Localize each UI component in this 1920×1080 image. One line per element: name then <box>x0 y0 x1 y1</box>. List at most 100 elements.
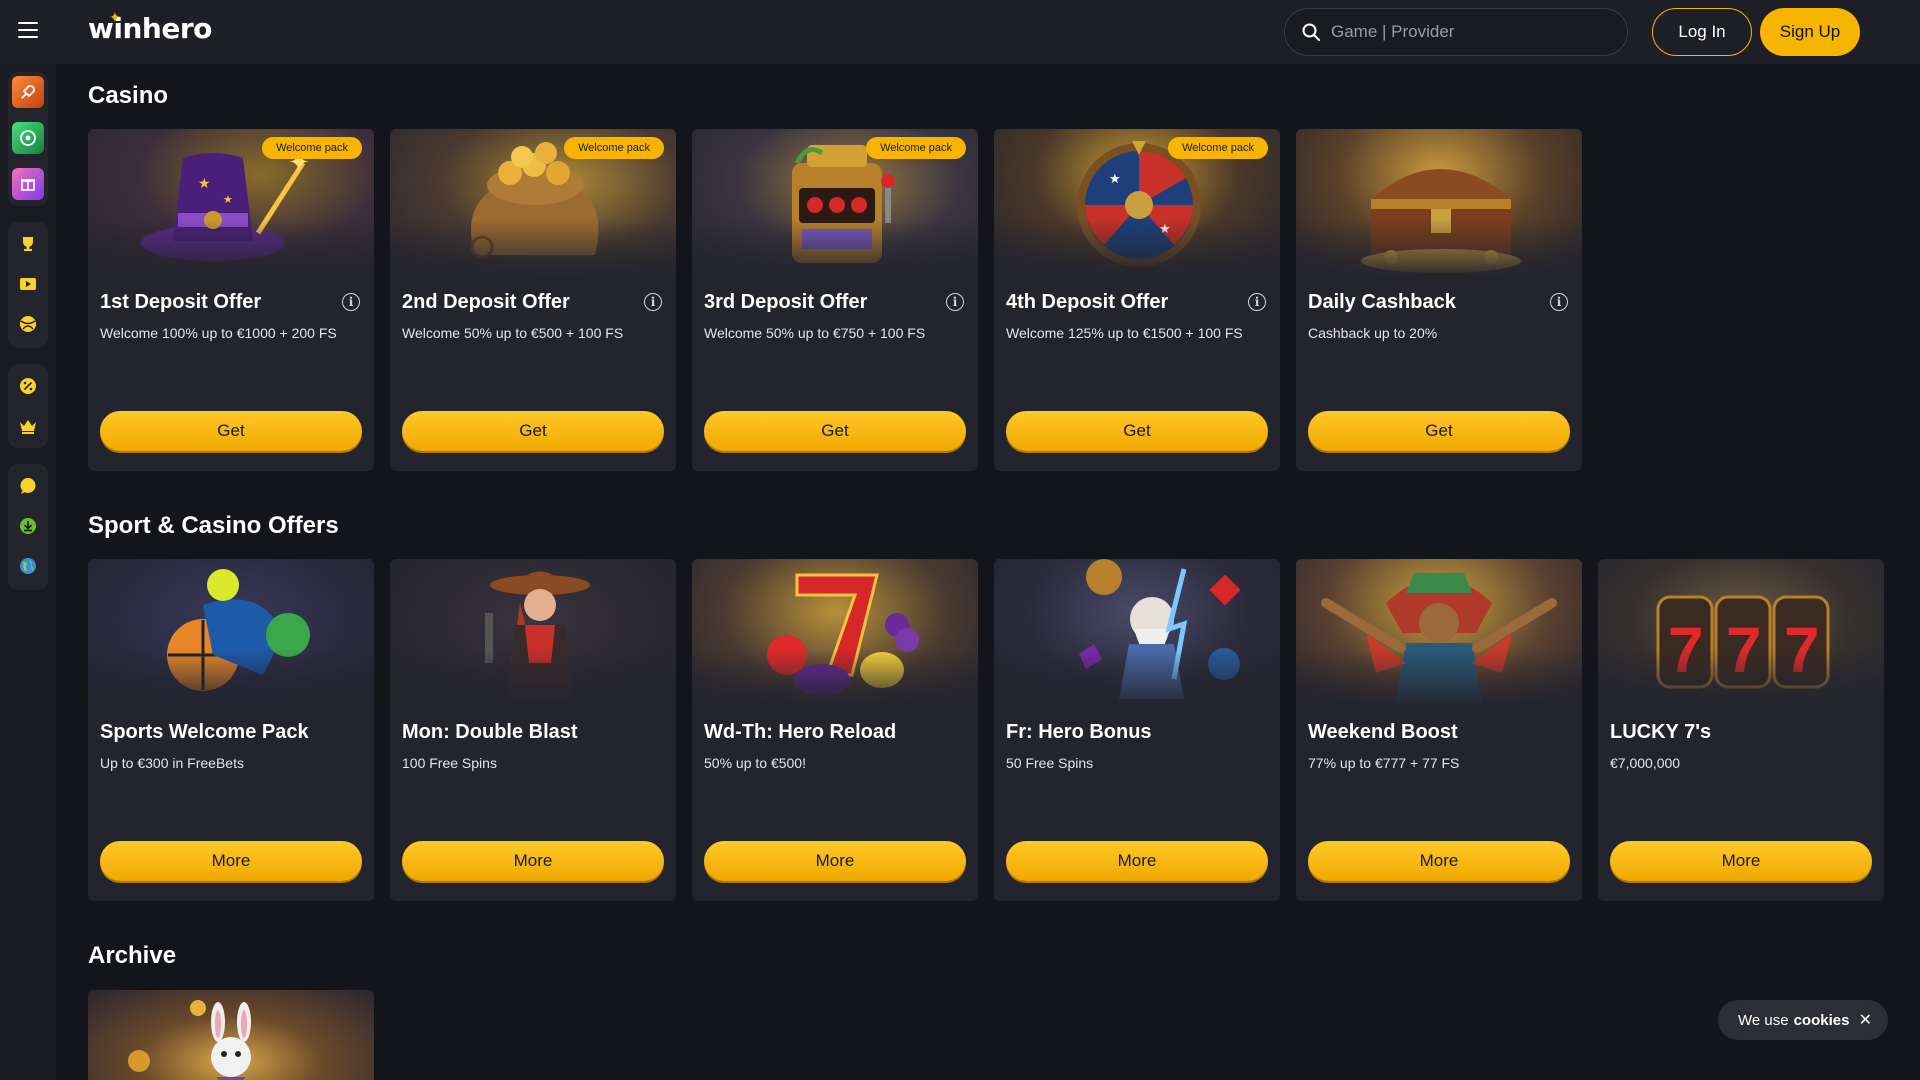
promo-card-image: Welcome pack <box>390 129 676 279</box>
info-icon[interactable]: i <box>342 293 360 311</box>
rocket-icon[interactable] <box>12 76 44 108</box>
info-icon[interactable]: i <box>644 293 662 311</box>
globe-icon[interactable] <box>12 550 44 582</box>
sports-ball-icon[interactable] <box>12 308 44 340</box>
welcome-pack-badge: Welcome pack <box>1168 137 1268 159</box>
welcome-pack-badge: Welcome pack <box>564 137 664 159</box>
gift-box-icon[interactable] <box>12 168 44 200</box>
logo-star-icon: ✦ <box>109 9 121 25</box>
promo-card-title: 4th Deposit Offer <box>1006 291 1169 313</box>
promo-card-title: Weekend Boost <box>1308 721 1458 743</box>
more-button[interactable]: More <box>704 841 966 881</box>
promo-card-subtitle: Welcome 50% up to €500 + 100 FS <box>402 325 624 341</box>
promo-card-image: ★ ★ ✦ Welcome pack <box>88 129 374 279</box>
promo-card-mon-double-blast[interactable]: Mon: Double Blast 100 Free Spins More <box>390 559 676 901</box>
promo-card-1st-deposit-offer[interactable]: ★ ★ ✦ Welcome pack 1st Deposit Offer Welc… <box>88 129 374 471</box>
info-icon[interactable]: i <box>946 293 964 311</box>
promo-card-title: Wd-Th: Hero Reload <box>704 721 897 743</box>
promo-card-wd-th-hero-reload[interactable]: Wd-Th: Hero Reload 50% up to €500! More <box>692 559 978 901</box>
promo-card-subtitle: Welcome 100% up to €1000 + 200 FS <box>100 325 337 341</box>
download-icon[interactable] <box>12 510 44 542</box>
get-button[interactable]: Get <box>402 411 664 451</box>
get-button[interactable]: Get <box>1006 411 1268 451</box>
logo[interactable]: winhero <box>88 12 212 45</box>
promo-card-title: 1st Deposit Offer <box>100 291 262 313</box>
search-bar[interactable] <box>1284 8 1628 56</box>
info-icon[interactable]: i <box>1248 293 1266 311</box>
more-button[interactable]: More <box>100 841 362 881</box>
sidebar <box>0 64 56 1080</box>
more-button[interactable]: More <box>402 841 664 881</box>
promo-card-title: Daily Cashback <box>1308 291 1456 313</box>
more-button[interactable]: More <box>1610 841 1872 881</box>
section-title-casino: Casino <box>88 82 169 109</box>
promo-card-subtitle: Welcome 125% up to €1500 + 100 FS <box>1006 325 1243 341</box>
search-icon <box>1302 23 1320 41</box>
promo-card-title: LUCKY 7's <box>1610 721 1712 743</box>
promo-card-image <box>692 559 978 709</box>
sidebar-group-promos <box>8 364 48 448</box>
promo-card-weekend-boost[interactable]: Weekend Boost 77% up to €777 + 77 FS Mor… <box>1296 559 1582 901</box>
welcome-pack-badge: Welcome pack <box>262 137 362 159</box>
promo-card-image <box>1296 129 1582 279</box>
cookie-toast: We use cookies ✕ <box>1718 1000 1888 1040</box>
search-input[interactable] <box>1331 22 1621 42</box>
promo-card-image: ★★ Welcome pack <box>994 129 1280 279</box>
more-button[interactable]: More <box>1006 841 1268 881</box>
login-button[interactable]: Log In <box>1652 8 1752 56</box>
promo-card-image <box>1296 559 1582 709</box>
svg-text:★: ★ <box>223 194 233 206</box>
section-title-sport-casino: Sport & Casino Offers <box>88 512 339 539</box>
info-icon[interactable]: i <box>1550 293 1568 311</box>
chat-icon[interactable] <box>12 470 44 502</box>
promo-card-2nd-deposit-offer[interactable]: Welcome pack 2nd Deposit Offer Welcome 5… <box>390 129 676 471</box>
archive-card-image <box>88 990 374 1080</box>
promo-card-title: Mon: Double Blast <box>402 721 578 743</box>
crown-icon[interactable] <box>12 410 44 442</box>
promo-card-subtitle: Up to €300 in FreeBets <box>100 755 244 771</box>
promo-card-3rd-deposit-offer[interactable]: Welcome pack 3rd Deposit Offer Welcome 5… <box>692 129 978 471</box>
roulette-icon[interactable] <box>12 122 44 154</box>
promo-card-subtitle: 77% up to €777 + 77 FS <box>1308 755 1460 771</box>
signup-button[interactable]: Sign Up <box>1760 8 1860 56</box>
promo-card-title: Fr: Hero Bonus <box>1006 721 1152 743</box>
promo-card-image <box>390 559 676 709</box>
promo-card-fr-hero-bonus[interactable]: Fr: Hero Bonus 50 Free Spins More <box>994 559 1280 901</box>
promo-card-image: 7 7 7 <box>1598 559 1884 709</box>
get-button[interactable]: Get <box>100 411 362 451</box>
promo-card-image <box>994 559 1280 709</box>
cookie-link[interactable]: cookies <box>1794 1012 1850 1029</box>
promo-card-title: Sports Welcome Pack <box>100 721 309 743</box>
menu-icon[interactable] <box>18 22 38 38</box>
get-button[interactable]: Get <box>704 411 966 451</box>
promo-card-subtitle: €7,000,000 <box>1610 755 1681 771</box>
promo-card-title: 3rd Deposit Offer <box>704 291 868 313</box>
promo-card-subtitle: 50% up to €500! <box>704 755 806 771</box>
svg-text:★: ★ <box>198 175 211 191</box>
promo-card-sports-welcome-pack[interactable]: Sports Welcome Pack Up to €300 in FreeBe… <box>88 559 374 901</box>
more-button[interactable]: More <box>1308 841 1570 881</box>
promo-card-lucky-7-s[interactable]: 7 7 7 LUCKY 7's €7,000,000 More <box>1598 559 1884 901</box>
promo-card-subtitle: Cashback up to 20% <box>1308 325 1438 341</box>
svg-text:★: ★ <box>1109 171 1121 186</box>
promo-card-title: 2nd Deposit Offer <box>402 291 570 313</box>
get-button[interactable]: Get <box>1308 411 1570 451</box>
promo-card-subtitle: 100 Free Spins <box>402 755 497 771</box>
sidebar-group-nav <box>8 222 48 348</box>
percent-badge-icon[interactable] <box>12 370 44 402</box>
promo-card-daily-cashback[interactable]: Daily Cashback Cashback up to 20% i Get <box>1296 129 1582 471</box>
promo-card-image <box>88 559 374 709</box>
cookie-text: We use <box>1738 1011 1789 1029</box>
promo-card-subtitle: Welcome 50% up to €750 + 100 FS <box>704 325 926 341</box>
welcome-pack-badge: Welcome pack <box>866 137 966 159</box>
promo-card-subtitle: 50 Free Spins <box>1006 755 1094 771</box>
section-title-archive: Archive <box>88 942 177 969</box>
video-play-icon[interactable] <box>12 268 44 300</box>
close-icon[interactable]: ✕ <box>1859 1010 1872 1030</box>
sidebar-group-games <box>8 72 48 206</box>
promo-card-4th-deposit-offer[interactable]: ★★ Welcome pack 4th Deposit Offer Welcom… <box>994 129 1280 471</box>
top-header: winhero ✦ Log In Sign Up <box>0 0 1920 64</box>
sidebar-group-extra <box>8 464 48 590</box>
trophy-icon[interactable] <box>12 228 44 260</box>
archive-card[interactable] <box>88 990 374 1080</box>
